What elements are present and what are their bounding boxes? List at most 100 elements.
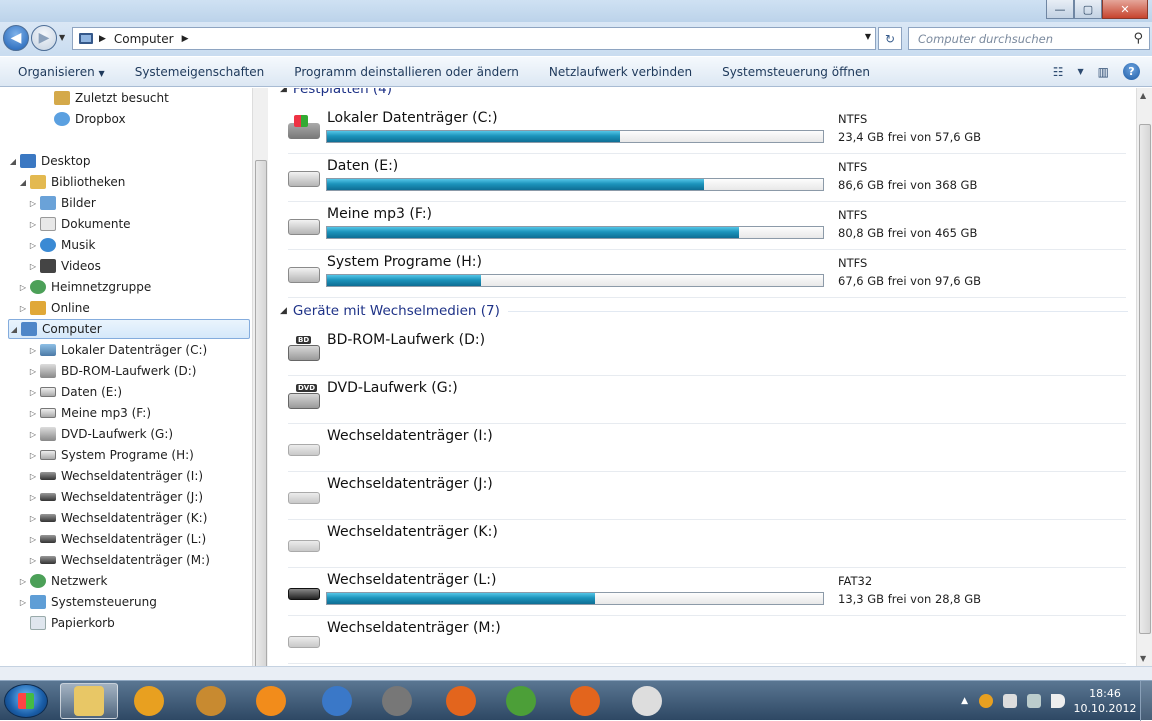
drive-tile[interactable]: Wechseldatenträger (L:) FAT32 13,3 GB frei… [288,568,1126,616]
expand-toggle-icon[interactable]: ▷ [28,346,38,355]
expand-toggle-icon[interactable]: ▷ [28,388,38,397]
taskbar-button-vlc[interactable] [242,683,300,719]
expand-toggle-icon[interactable]: ▷ [28,556,38,565]
nav-item[interactable]: ◢ Computer [8,319,250,339]
drive-tile[interactable]: System Programe (H:) NTFS 67,6 GB frei von… [288,250,1126,298]
address-input[interactable]: ▶ Computer ▶ ▼ [72,27,876,50]
expand-toggle-icon[interactable]: ▷ [18,577,28,586]
tray-action-center-icon[interactable] [1003,694,1017,708]
show-desktop-button[interactable] [1140,681,1152,721]
expand-toggle-icon[interactable]: ▷ [28,409,38,418]
expand-toggle-icon[interactable]: ▷ [28,472,38,481]
nav-item[interactable]: ▷ System Programe (H:) [28,445,194,465]
expand-toggle-icon[interactable]: ▷ [28,514,38,523]
back-button[interactable]: ◀ [3,25,29,51]
nav-item[interactable]: ▷ Meine mp3 (F:) [28,403,151,423]
nav-item[interactable]: Dropbox [42,109,126,129]
expand-toggle-icon[interactable]: ▷ [28,199,38,208]
drive-tile[interactable]: Daten (E:) NTFS 86,6 GB frei von 368 GB [288,154,1126,202]
breadcrumb-separator-icon[interactable]: ▶ [182,34,189,44]
taskbar-button-firefox-2[interactable] [556,683,614,719]
show-hidden-icons-icon[interactable]: ▲ [961,696,968,706]
navigation-scrollbar[interactable] [252,88,268,666]
nav-item[interactable]: ▷ Videos [28,256,101,276]
change-view-icon[interactable]: ☷ [1053,65,1064,79]
drive-tile[interactable]: Lokaler Datenträger (C:) NTFS 23,4 GB frei… [288,106,1126,154]
system-properties-button[interactable]: Systemeigenschaften [120,65,280,79]
drive-tile[interactable]: Wechseldatenträger (J:) [288,472,1126,520]
drive-tile[interactable]: Meine mp3 (F:) NTFS 80,8 GB frei von 465 G… [288,202,1126,250]
tray-volume-icon[interactable] [1051,694,1065,708]
tray-network-icon[interactable] [1027,694,1041,708]
nav-item[interactable]: ▷ Bilder [28,193,96,213]
nav-item[interactable]: ▷ Netzwerk [18,571,107,591]
open-control-panel-button[interactable]: Systemsteuerung öffnen [707,65,885,79]
taskbar-button-vlc-alt[interactable] [120,683,178,719]
nav-item[interactable]: ▷ Heimnetzgruppe [18,277,151,297]
organize-menu[interactable]: Organisieren ▼ [0,65,120,79]
navigation-scroll-thumb[interactable] [255,160,267,666]
expand-toggle-icon[interactable]: ▷ [18,598,28,607]
address-history-dropdown[interactable]: ▼ [865,32,871,41]
nav-item[interactable]: ▷ DVD-Laufwerk (G:) [28,424,173,444]
uninstall-program-button[interactable]: Programm deinstallieren oder ändern [279,65,534,79]
scroll-up-icon[interactable]: ▲ [1140,91,1146,100]
taskbar-button-wintv[interactable] [368,683,426,719]
taskbar-button-paint[interactable] [618,683,676,719]
group-header-harddisks[interactable]: ◢ Festplatten (4) [280,88,392,97]
refresh-button[interactable]: ↻ [878,27,902,50]
content-scroll-thumb[interactable] [1139,124,1151,634]
help-icon[interactable]: ? [1123,63,1140,80]
scroll-down-icon[interactable]: ▼ [1140,654,1146,663]
start-button[interactable] [4,684,48,718]
clock[interactable]: 18:46 10.10.2012 [1070,686,1140,716]
nav-item[interactable]: ▷ Online [18,298,90,318]
minimize-button[interactable]: — [1046,0,1074,19]
nav-item[interactable]: ▷ Wechseldatenträger (M:) [28,550,210,570]
nav-item[interactable]: ▷ Wechseldatenträger (K:) [28,508,207,528]
expand-toggle-icon[interactable]: ▷ [18,283,28,292]
nav-item[interactable]: ▷ Dokumente [28,214,131,234]
nav-item[interactable]: ▷ Musik [28,235,96,255]
nav-item[interactable]: ◢ Bibliotheken [18,172,125,192]
nav-item[interactable]: ▷ Wechseldatenträger (L:) [28,529,206,549]
maximize-button[interactable]: ▢ [1074,0,1102,19]
map-network-drive-button[interactable]: Netzlaufwerk verbinden [534,65,707,79]
taskbar-button-winamp[interactable] [182,683,240,719]
taskbar-button-explorer[interactable] [60,683,118,719]
expand-toggle-icon[interactable]: ◢ [18,178,28,187]
drive-tile[interactable]: Wechseldatenträger (M:) [288,616,1126,664]
group-header-removable[interactable]: ◢ Geräte mit Wechselmedien (7) [280,303,1128,319]
taskbar-button-chrome[interactable] [492,683,550,719]
nav-item[interactable]: ▷ BD-ROM-Laufwerk (D:) [28,361,196,381]
breadcrumb-computer[interactable]: Computer [114,32,174,46]
tray-app-icon[interactable] [979,694,993,708]
expand-toggle-icon[interactable]: ◢ [8,157,18,166]
expand-toggle-icon[interactable]: ▷ [28,430,38,439]
expand-toggle-icon[interactable]: ◢ [9,325,19,334]
nav-item[interactable]: Papierkorb [18,613,115,633]
expand-toggle-icon[interactable]: ▷ [28,451,38,460]
content-scrollbar[interactable]: ▲ ▼ [1136,88,1152,666]
expand-toggle-icon[interactable]: ▷ [28,220,38,229]
taskbar-button-firefox[interactable] [432,683,490,719]
breadcrumb-separator-icon[interactable]: ▶ [99,34,106,44]
recent-pages-dropdown[interactable]: ▼ [59,33,65,42]
drive-tile[interactable]: Wechseldatenträger (K:) [288,520,1126,568]
taskbar-button-thunderbird[interactable] [308,683,366,719]
expand-toggle-icon[interactable]: ▷ [18,304,28,313]
nav-item[interactable]: ▷ Daten (E:) [28,382,122,402]
expand-toggle-icon[interactable]: ▷ [28,493,38,502]
search-icon[interactable]: ⚲ [1133,31,1143,46]
nav-item[interactable]: ▷ Wechseldatenträger (J:) [28,487,203,507]
nav-item[interactable]: ◢ Desktop [8,151,91,171]
expand-toggle-icon[interactable]: ▷ [28,535,38,544]
view-options-dropdown[interactable]: ▼ [1078,67,1084,76]
nav-item[interactable]: Zuletzt besucht [42,88,169,108]
nav-item[interactable]: ▷ Wechseldatenträger (I:) [28,466,203,486]
close-button[interactable]: ✕ [1102,0,1148,19]
expand-toggle-icon[interactable]: ▷ [28,241,38,250]
expand-toggle-icon[interactable]: ▷ [28,262,38,271]
drive-tile[interactable]: BD BD-ROM-Laufwerk (D:) [288,328,1126,376]
nav-item[interactable]: ▷ Lokaler Datenträger (C:) [28,340,207,360]
